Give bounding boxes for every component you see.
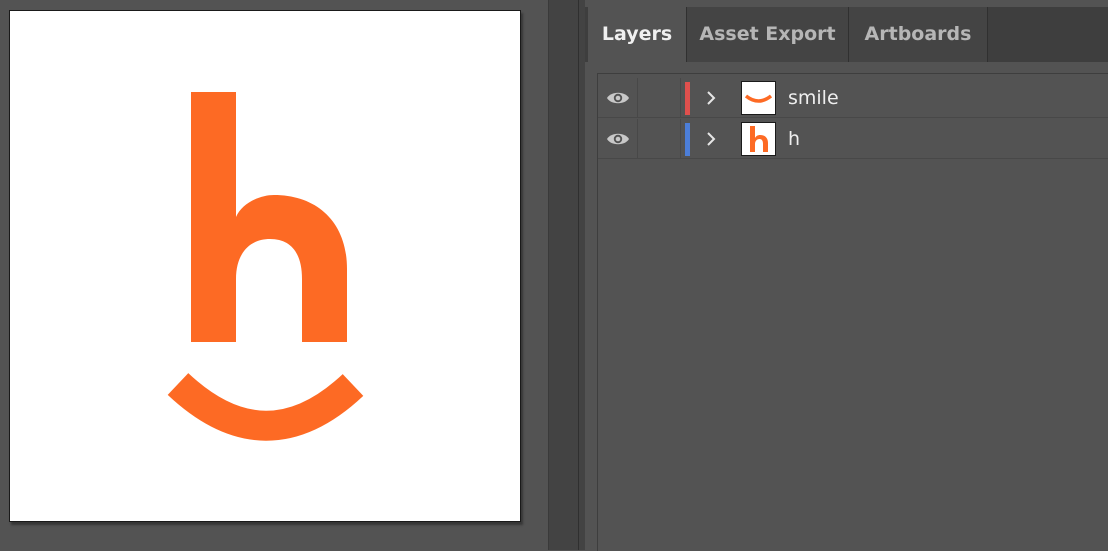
visibility-toggle[interactable] — [598, 119, 638, 159]
eye-icon[interactable] — [606, 131, 630, 147]
panel-divider — [548, 0, 585, 550]
layer-name[interactable]: smile — [788, 78, 839, 118]
tab-layers[interactable]: Layers — [588, 7, 687, 62]
layer-row-h[interactable]: h — [598, 119, 1108, 159]
smile-thumbnail-icon — [741, 81, 776, 115]
layer-row-smile[interactable]: smile — [598, 78, 1108, 118]
tab-asset-export[interactable]: Asset Export — [687, 7, 849, 62]
panel-tab-bar: Layers Asset Export Artboards — [585, 7, 1108, 62]
layer-color-bar — [685, 123, 690, 156]
logo-artwork — [167, 92, 364, 441]
chevron-right-icon[interactable] — [704, 90, 718, 106]
eye-icon[interactable] — [606, 90, 630, 106]
h-thumbnail-icon — [741, 122, 776, 156]
layers-panel: Layers Asset Export Artboards smile h — [585, 0, 1108, 551]
chevron-right-icon[interactable] — [704, 131, 718, 147]
canvas-workspace[interactable] — [0, 0, 548, 550]
layer-color-bar — [685, 82, 690, 115]
visibility-toggle[interactable] — [598, 78, 638, 118]
lock-toggle[interactable] — [638, 78, 681, 118]
letter-h-shape[interactable] — [191, 92, 347, 342]
tab-artboards[interactable]: Artboards — [849, 7, 988, 62]
artboard[interactable] — [9, 10, 521, 522]
layer-name[interactable]: h — [788, 119, 800, 159]
layers-list: smile h — [597, 73, 1108, 551]
lock-toggle[interactable] — [638, 119, 681, 159]
smile-shape[interactable] — [167, 372, 364, 441]
